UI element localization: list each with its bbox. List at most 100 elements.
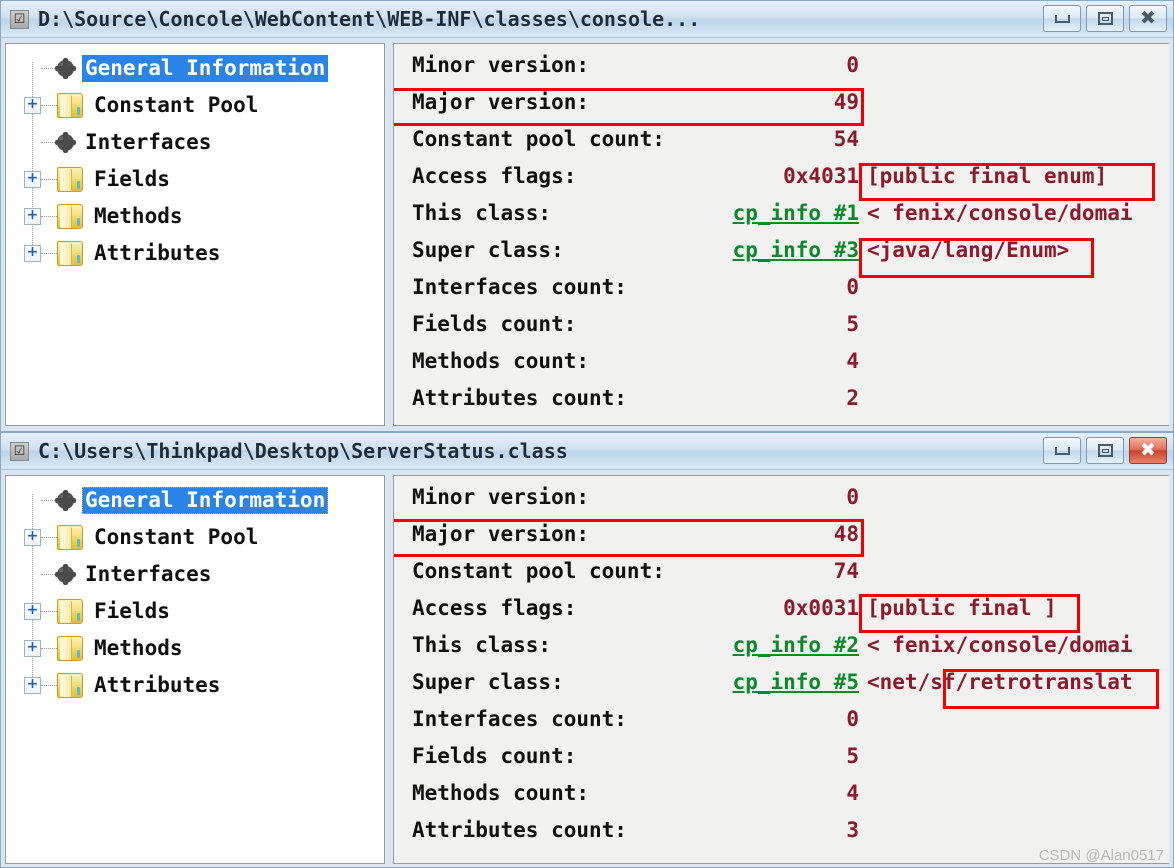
window-2-titlebar[interactable]: ☑ C:\Users\Thinkpad\Desktop\ServerStatus… [1,433,1173,470]
tree-item-methods[interactable]: + Methods [6,630,384,667]
detail-label: Super class: [412,237,564,262]
window-1-splitter[interactable] [385,43,393,426]
window-1-tree-pane[interactable]: General Information + Constant Pool Interfa… [5,43,385,426]
detail-value-link[interactable]: cp_info #3 [694,238,859,262]
tree-item-methods[interactable]: + Methods [6,198,384,235]
tree-item-label: Methods [94,636,183,661]
window-2-tree-pane[interactable]: General Information + Constant Pool Interfa… [5,475,385,864]
folder-icon [57,525,83,550]
detail-value: 0 [846,484,859,509]
detail-value: 5 [846,743,859,768]
window-1-detail-pane[interactable]: Minor version: 0 Major version: 49 Constant … [393,43,1169,426]
detail-label: Attributes count: [412,385,627,410]
tree-item-attributes[interactable]: + Attributes [6,235,384,272]
expand-icon[interactable]: + [24,529,41,546]
detail-extra: <net/sf/retrotranslat [867,669,1133,694]
tree-item-label: Fields [94,167,170,192]
close-icon: ✖ [1140,7,1156,29]
detail-label: Constant pool count: [412,126,665,151]
expand-icon[interactable]: + [24,603,41,620]
tree-item-fields[interactable]: + Fields [6,593,384,630]
detail-label: Major version: [412,521,590,546]
detail-value: 0 [846,706,859,731]
window-1-titlebar[interactable]: ☑ D:\Source\Concole\WebContent\WEB-INF\c… [1,1,1173,38]
folder-icon-glyph [57,673,83,698]
detail-value: 5 [846,311,859,336]
tree-item-fields[interactable]: + Fields [6,161,384,198]
tree-item-label: Fields [94,599,170,624]
expand-icon[interactable]: + [24,171,41,188]
folder-icon [57,167,83,192]
detail-extra: <java/lang/Enum> [867,237,1070,262]
close-button[interactable]: ✖ [1129,437,1167,464]
detail-value: 2 [846,385,859,410]
detail-row: Attributes count: 2 [394,379,1169,416]
expand-icon[interactable]: + [24,97,41,114]
detail-value-link[interactable]: cp_info #2 [694,633,859,657]
tree-item-constant-pool[interactable]: + Constant Pool [6,87,384,124]
window-1-title: D:\Source\Concole\WebContent\WEB-INF\cla… [38,7,701,31]
folder-icon-glyph [57,93,83,118]
detail-label: Methods count: [412,348,590,373]
detail-label: Super class: [412,669,564,694]
detail-row: Access flags: 0x0031 [public final ] [394,589,1169,626]
detail-extra: < fenix/console/domai [867,632,1133,657]
folder-icon-glyph [57,636,83,661]
detail-row: Minor version: 0 [394,478,1169,515]
folder-icon-glyph [57,204,83,229]
window-2-splitter[interactable] [385,475,393,864]
detail-value: 0x0031 [783,595,859,620]
expand-icon[interactable]: + [24,677,41,694]
folder-icon-glyph [57,241,83,266]
window-1-tree: General Information + Constant Pool Interfa… [6,44,384,272]
tree-item-label: General Information [82,55,329,82]
detail-value: 54 [833,126,859,151]
tree-item-interfaces[interactable]: Interfaces [6,124,384,161]
detail-value-link[interactable]: cp_info #1 [694,201,859,225]
folder-icon-glyph [57,599,83,624]
close-icon: ✖ [1140,439,1156,461]
tree-dash-connector [41,215,57,218]
watermark: CSDN @Alan0517 [1038,847,1164,864]
tree-dash-connector [41,684,57,687]
detail-label: Attributes count: [412,817,627,842]
folder-icon [57,241,83,266]
tree-item-label: Attributes [94,673,221,698]
tree-item-attributes[interactable]: + Attributes [6,667,384,704]
tree-dash-connector [41,104,57,107]
detail-value-link[interactable]: cp_info #5 [694,670,859,694]
window-1-general-information-table: Minor version: 0 Major version: 49 Constant … [394,44,1169,416]
window-2-detail-pane[interactable]: Minor version: 0 Major version: 48 Constant … [393,475,1169,864]
detail-label: Minor version: [412,484,590,509]
tree-item-label: Constant Pool [94,525,259,550]
expand-icon[interactable]: + [24,245,41,262]
minimize-button[interactable] [1043,437,1081,464]
maximize-button[interactable] [1086,437,1124,464]
tree-item-constant-pool[interactable]: + Constant Pool [6,519,384,556]
detail-row: Fields count: 5 [394,737,1169,774]
maximize-button[interactable] [1086,5,1124,32]
tree-item-general-information[interactable]: General Information [6,50,384,87]
window-2-tree: General Information + Constant Pool Interfa… [6,476,384,704]
folder-icon-glyph [57,525,83,550]
detail-row: This class: cp_info #1 < fenix/console/dom… [394,194,1169,231]
close-button[interactable]: ✖ [1129,5,1167,32]
detail-row: Interfaces count: 0 [394,268,1169,305]
detail-row: Super class: cp_info #3 <java/lang/Enum> [394,231,1169,268]
tree-item-general-information[interactable]: General Information [6,482,384,519]
folder-icon [57,93,83,118]
minimize-button[interactable] [1043,5,1081,32]
detail-label: Interfaces count: [412,274,627,299]
detail-label: Fields count: [412,311,577,336]
tree-item-interfaces[interactable]: Interfaces [6,556,384,593]
node-dot-icon [55,58,76,79]
detail-value: 3 [846,817,859,842]
expand-icon[interactable]: + [24,208,41,225]
detail-row: Methods count: 4 [394,342,1169,379]
expand-icon[interactable]: + [24,640,41,657]
detail-label: This class: [412,632,552,657]
tree-dash-connector [41,252,57,255]
detail-value: 0x4031 [783,163,859,188]
